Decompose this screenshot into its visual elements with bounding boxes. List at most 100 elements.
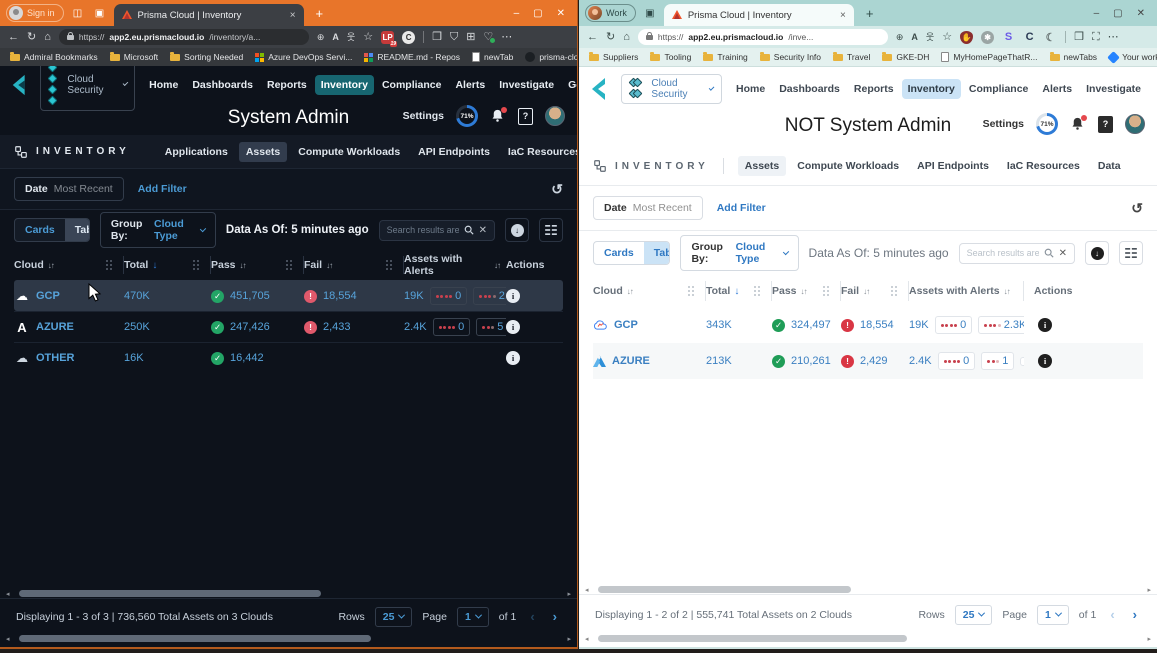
bookmark-newtab[interactable]: newTab [472,52,513,62]
page-horizontal-scrollbar[interactable]: ◂ ▸ [579,634,1157,643]
page-select[interactable]: 1 [457,607,489,627]
nav-alerts[interactable]: Alerts [449,75,491,95]
help-icon[interactable]: ? [518,108,533,125]
bookmark-folder[interactable]: Training [703,52,747,62]
nav-inventory[interactable]: Inventory [902,79,961,99]
alert-severity-badge[interactable]: 2.3K [473,287,506,305]
extension-c-icon[interactable]: C [1023,31,1036,44]
bookmark-folder[interactable]: Tooling [650,52,691,62]
table-row-azure[interactable]: AAZURE 250K ✓247,426 !2,433 2.4K 0 5 i [14,311,563,342]
row-info-icon[interactable]: i [506,351,520,365]
drag-handle-icon[interactable] [193,260,195,262]
nav-home[interactable]: Home [730,79,771,99]
tab-assets[interactable]: Assets [239,142,287,162]
alert-severity-badge[interactable]: 1 [981,352,1014,370]
bookmark-folder[interactable]: Microsoft [110,52,158,62]
download-button[interactable]: ↓ [1085,241,1109,265]
password-manager-extension-icon[interactable]: LP19 [381,31,394,44]
user-avatar[interactable] [545,106,565,126]
minimize-icon[interactable]: – [514,8,520,19]
download-button[interactable]: ↓ [505,218,529,242]
nav-reports[interactable]: Reports [848,79,900,99]
nav-dashboards[interactable]: Dashboards [186,75,259,95]
col-pass[interactable]: Pass↓↑ [211,250,304,280]
bookmark-folder[interactable]: Security Info [760,52,821,62]
column-settings-button[interactable] [1119,241,1143,265]
bookmark-jira[interactable]: Your work - Jira [1109,52,1157,62]
screenshot-icon[interactable]: ⛶ [1092,32,1100,43]
extension-gear-icon[interactable]: ✱ [981,31,994,44]
bookmark-folder[interactable]: GKE-DH [882,52,929,62]
nav-dashboards[interactable]: Dashboards [773,79,846,99]
col-total[interactable]: Total↓ [124,250,211,280]
reload-icon[interactable]: ↻ [27,32,36,43]
alert-severity-badge[interactable]: 2.3K [978,316,1024,334]
browser-essentials-icon[interactable]: ♡ [483,32,493,43]
maximize-icon[interactable]: ▢ [1113,8,1122,19]
profile-in-page-icon[interactable]: 웃 [347,33,355,42]
back-icon[interactable]: ← [8,32,19,43]
address-bar[interactable]: https://app2.eu.prismacloud.io/inventory… [59,29,309,45]
search-icon[interactable] [464,225,474,235]
tab-compute-workloads[interactable]: Compute Workloads [790,156,906,176]
table-view-button[interactable]: Table [65,219,90,241]
scroll-right-icon[interactable]: ▸ [1147,586,1151,594]
clear-search-icon[interactable]: ✕ [479,225,487,236]
prev-page-icon[interactable]: ‹ [526,609,538,624]
table-row-other[interactable]: ☁OTHER 16K ✓16,442 i [14,342,563,373]
collections-icon[interactable]: ⛉ [450,32,458,43]
search-input[interactable] [967,248,1039,258]
date-filter[interactable]: Date Most Recent [593,196,703,220]
bookmark-folder[interactable]: Suppliers [589,52,638,62]
drag-handle-icon[interactable] [754,286,756,288]
settings-menu-icon[interactable]: ⋯ [1108,32,1119,43]
favorite-star-icon[interactable]: ☆ [942,32,952,43]
alert-severity-badge[interactable]: 0 [935,316,973,334]
scroll-left-icon[interactable]: ◂ [6,590,10,598]
col-fail[interactable]: Fail↓↑ [304,250,404,280]
add-filter-button[interactable]: Add Filter [717,202,766,214]
page-horizontal-scrollbar[interactable]: ◂ ▸ [0,634,577,643]
table-row-gcp[interactable]: GCP 343K ✓324,497 !18,554 19K 0 2.3K i [593,307,1143,343]
extension-s-icon[interactable]: S [1002,31,1015,44]
adblock-shield-icon[interactable]: ✋ [960,31,973,44]
reset-filters-icon[interactable]: ↺ [1131,200,1143,217]
row-info-icon[interactable]: i [1038,354,1052,368]
new-tab-button[interactable]: + [866,6,874,21]
scroll-right-icon[interactable]: ▸ [567,635,571,643]
column-settings-button[interactable] [539,218,563,242]
minimize-icon[interactable]: – [1094,8,1100,19]
tab-actions-icon[interactable]: ▣ [642,5,658,21]
scroll-left-icon[interactable]: ◂ [585,586,589,594]
profile-in-page-icon[interactable]: 웃 [926,33,934,42]
notifications-bell-icon[interactable] [490,108,506,124]
nav-inventory[interactable]: Inventory [315,75,374,95]
nav-compliance[interactable]: Compliance [963,79,1035,99]
row-info-icon[interactable]: i [506,289,520,303]
read-aloud-icon[interactable]: A [332,33,339,42]
prev-page-icon[interactable]: ‹ [1106,607,1118,622]
close-icon[interactable]: ✕ [1137,8,1145,19]
zoom-icon[interactable]: ⊕ [896,33,904,42]
scroll-right-icon[interactable]: ▸ [1147,635,1151,643]
col-alerts[interactable]: Assets with Alerts↓↑ [404,250,506,280]
tab-iac-resources[interactable]: IaC Resources [501,142,577,162]
nav-governance[interactable]: Governance [562,75,577,95]
alert-severity-badge[interactable]: 5 [476,318,506,336]
home-icon[interactable]: ⌂ [44,32,51,43]
table-view-button[interactable]: Table [644,242,671,264]
extension-c-icon[interactable]: C [402,31,415,44]
tab-compute-workloads[interactable]: Compute Workloads [291,142,407,162]
col-fail[interactable]: Fail↓↑ [841,275,909,307]
browser-tab[interactable]: Prisma Cloud | Inventory × [664,4,854,26]
scroll-left-icon[interactable]: ◂ [6,635,10,643]
tab-api-endpoints[interactable]: API Endpoints [910,156,996,176]
nav-home[interactable]: Home [143,75,184,95]
drag-handle-icon[interactable] [386,260,388,262]
nav-reports[interactable]: Reports [261,75,313,95]
cloud-link[interactable]: OTHER [36,352,75,364]
user-avatar[interactable] [1125,114,1145,134]
bookmark-folder[interactable]: Sorting Needed [170,52,243,62]
alert-severity-badge[interactable]: 0 [938,352,976,370]
search-input[interactable] [387,225,459,235]
